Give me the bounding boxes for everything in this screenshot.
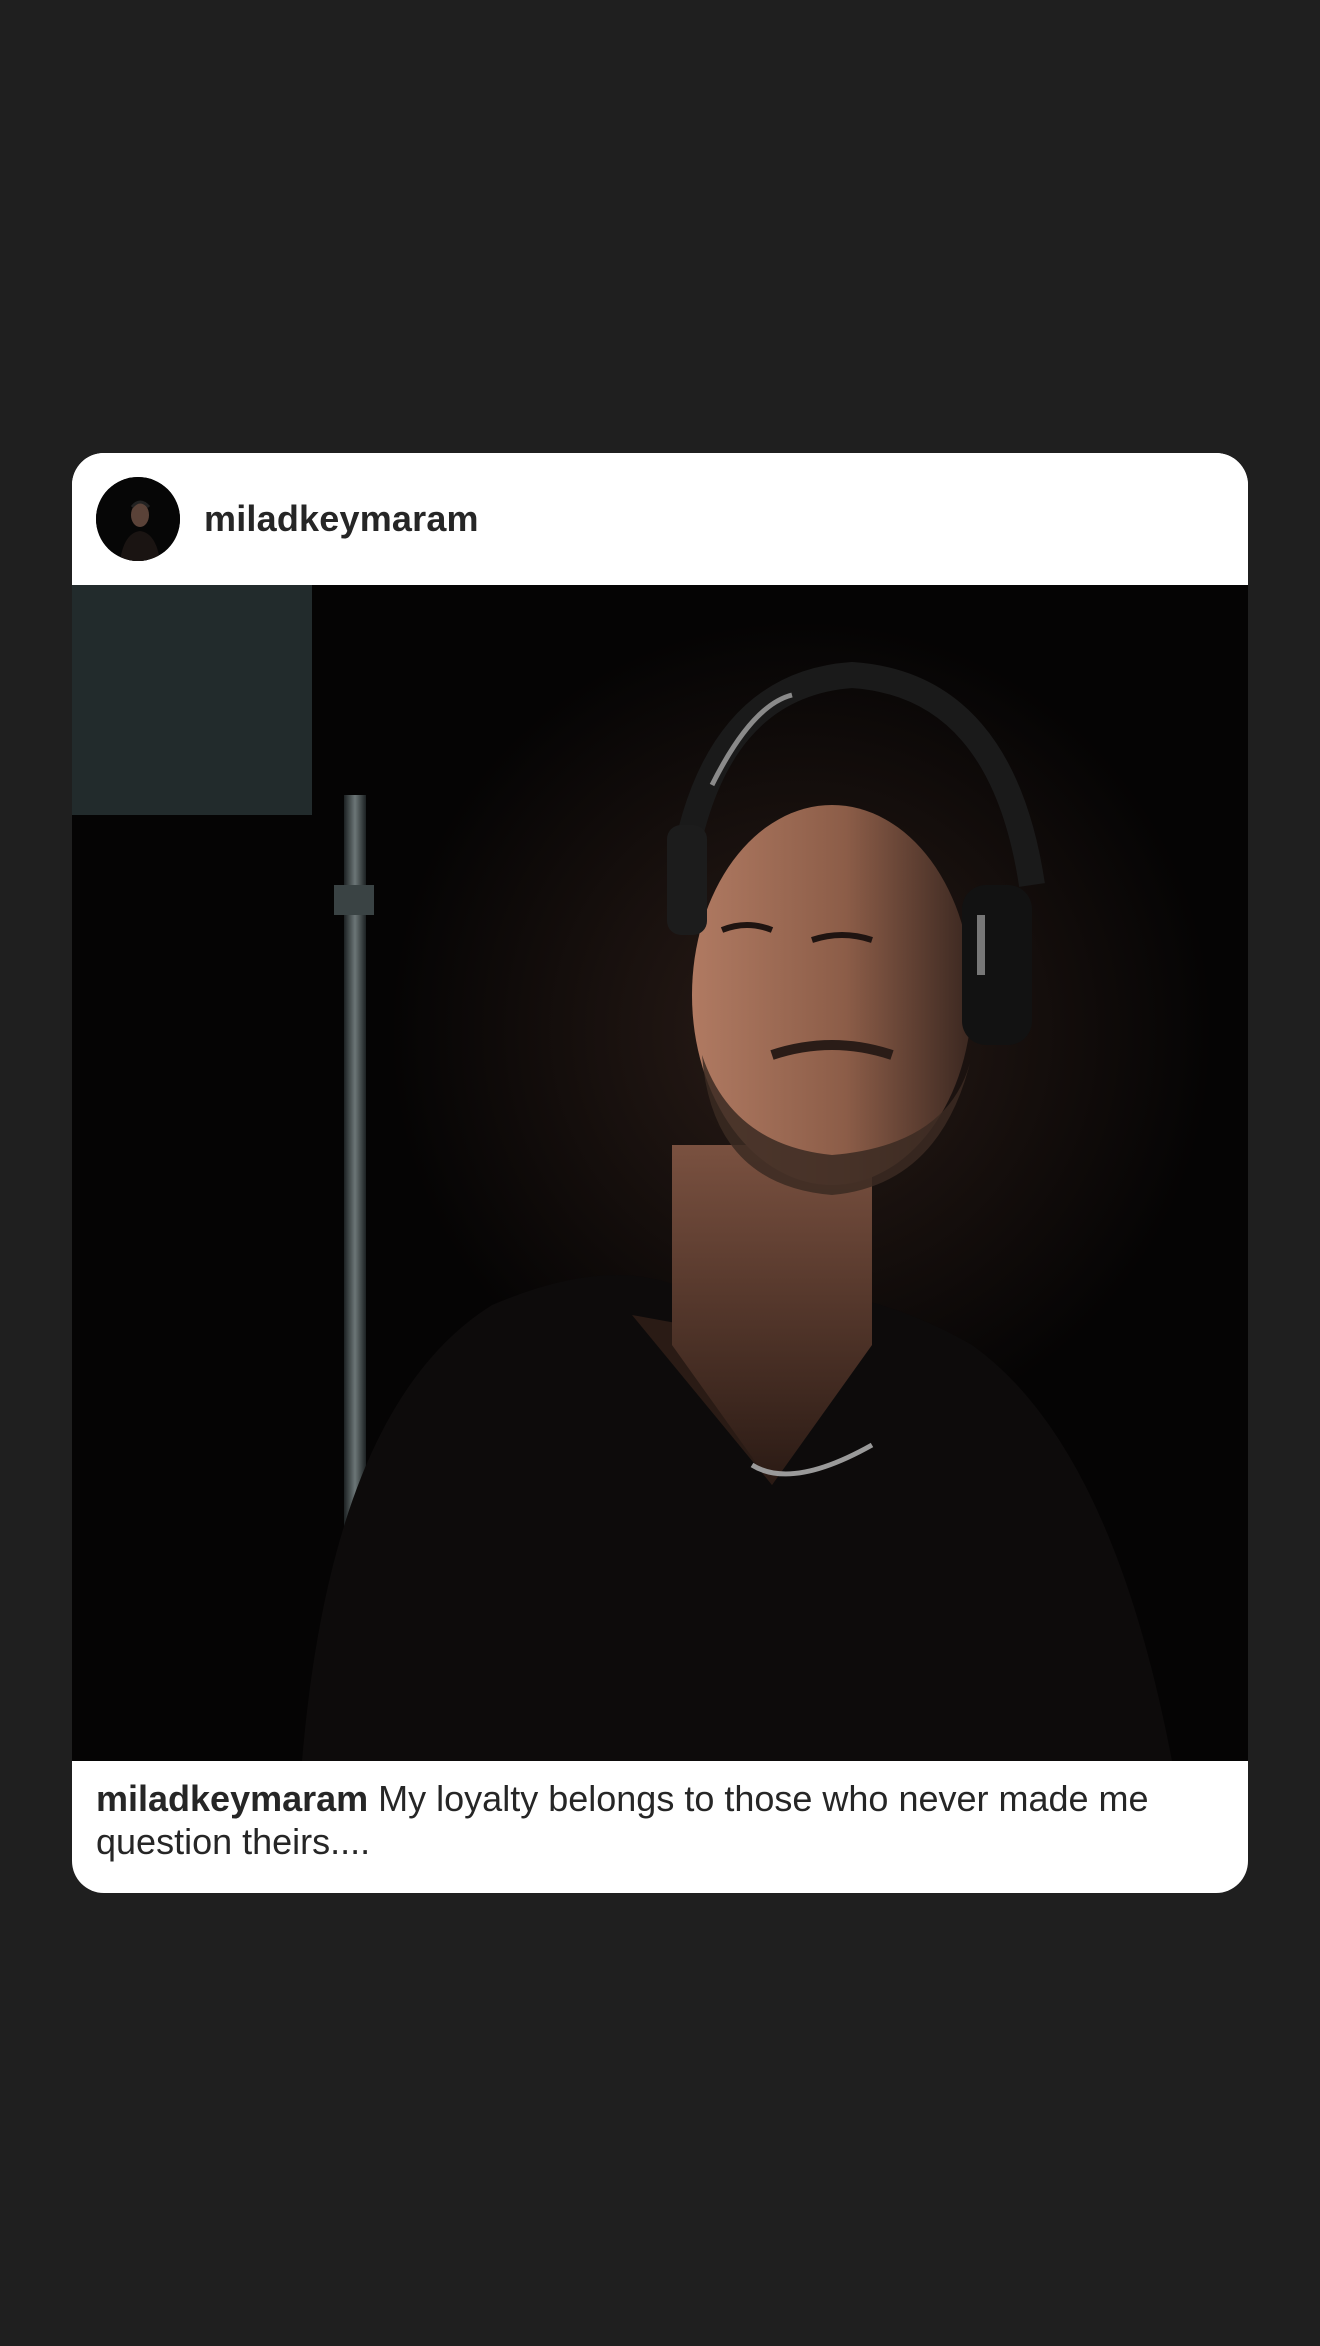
caption-username[interactable]: miladkeymaram [96,1778,368,1819]
post-username[interactable]: miladkeymaram [204,495,479,543]
post-caption: miladkeymaram My loyalty belongs to thos… [96,1777,1224,1863]
post-embed-card: miladkeymaram miladkeymaram My loyalty b… [72,453,1248,1893]
post-photo[interactable] [72,585,1248,1761]
avatar-photo-icon [96,477,180,561]
post-header: miladkeymaram [72,453,1248,585]
profile-avatar[interactable] [96,477,180,561]
portrait-image [72,585,1248,1761]
